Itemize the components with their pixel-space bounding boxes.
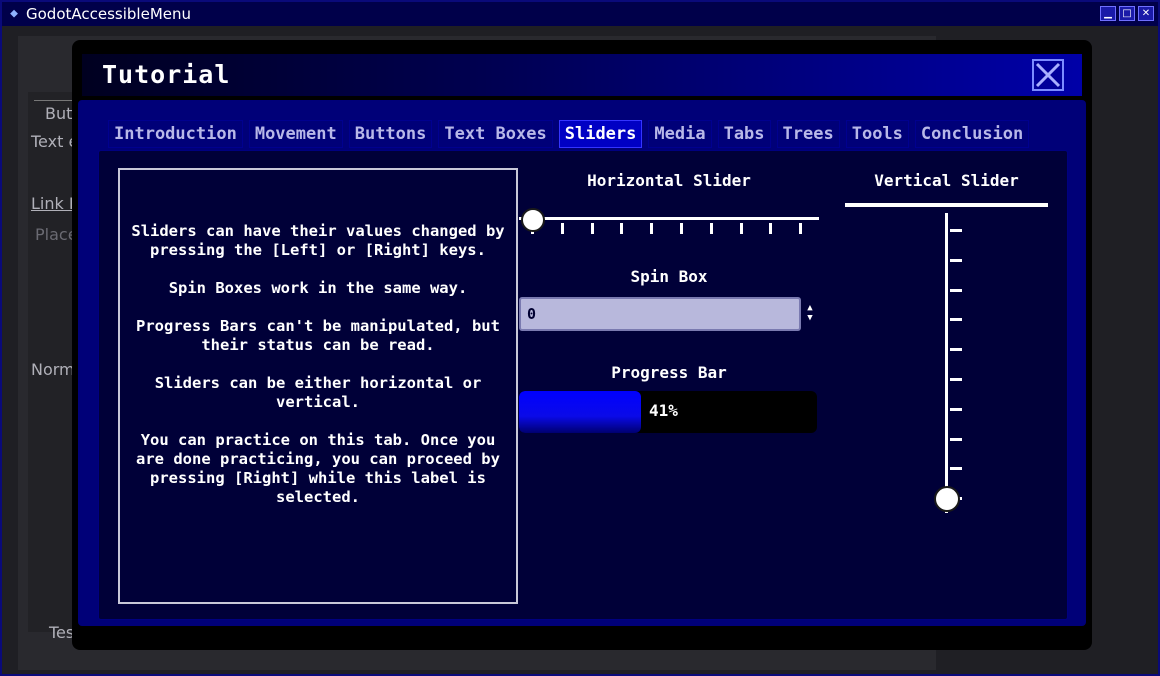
progress-bar-title: Progress Bar: [611, 363, 727, 382]
vertical-slider-tick: [950, 288, 962, 292]
vertical-slider-tick: [950, 348, 962, 352]
horizontal-slider-tick: [620, 223, 624, 234]
title-bar: ◆ GodotAccessibleMenu ▁ □ ✕: [2, 2, 1158, 26]
horizontal-slider-tick: [799, 223, 803, 234]
tab-tools[interactable]: Tools: [845, 120, 909, 148]
background-divider: [34, 100, 74, 101]
info-label[interactable]: Sliders can have their values changed by…: [118, 168, 518, 604]
tab-media[interactable]: Media: [648, 120, 712, 148]
vertical-slider-tick: [950, 378, 962, 381]
tab-movement[interactable]: Movement: [248, 120, 343, 148]
tab-buttons[interactable]: Buttons: [348, 120, 433, 148]
info-paragraph: Sliders can have their values changed by…: [131, 222, 505, 259]
tutorial-dialog: Tutorial Introduction Movement Buttons T…: [72, 40, 1092, 650]
background-label: But: [45, 104, 73, 123]
godot-icon: ◆: [10, 6, 18, 21]
horizontal-slider-tick: [739, 223, 743, 234]
vertical-slider-tick: [950, 229, 962, 232]
background-label: Tes: [49, 623, 75, 642]
tab-introduction[interactable]: Introduction: [108, 120, 243, 148]
info-paragraph: Progress Bars can't be manipulated, but …: [136, 317, 500, 354]
background-label: Norm: [31, 360, 75, 379]
spin-arrows-icon[interactable]: ▲ ▼: [803, 303, 817, 325]
tab-text-boxes[interactable]: Text Boxes: [438, 120, 553, 148]
vertical-slider-grabber[interactable]: [934, 486, 960, 512]
tab-tabs[interactable]: Tabs: [717, 120, 771, 148]
info-paragraph: Sliders can be either horizontal or vert…: [154, 374, 482, 411]
horizontal-slider-title: Horizontal Slider: [587, 171, 751, 190]
tab-conclusion[interactable]: Conclusion: [914, 120, 1030, 148]
horizontal-slider-tick: [680, 223, 683, 234]
window-title: GodotAccessibleMenu: [26, 5, 191, 23]
dialog-header: Tutorial: [82, 54, 1082, 96]
horizontal-slider-tick: [709, 223, 713, 234]
window-close-button[interactable]: ✕: [1138, 6, 1154, 21]
vertical-slider-underline: [845, 203, 1048, 207]
close-icon: [1035, 62, 1061, 88]
info-paragraph: You can practice on this tab. Once you a…: [136, 431, 500, 506]
window-controls: ▁ □ ✕: [1100, 6, 1154, 21]
dialog-body: Introduction Movement Buttons Text Boxes…: [78, 100, 1086, 626]
vertical-slider-tick: [950, 407, 962, 411]
spin-box-input[interactable]: 0: [519, 297, 801, 331]
horizontal-slider-tick: [560, 223, 564, 234]
tab-bar: Introduction Movement Buttons Text Boxes…: [108, 120, 1030, 148]
horizontal-slider-grabber[interactable]: [521, 208, 545, 232]
tab-sliders[interactable]: Sliders: [558, 120, 643, 148]
progress-bar: 41%: [519, 391, 817, 433]
tab-trees[interactable]: Trees: [776, 120, 840, 148]
horizontal-slider-tick: [650, 223, 654, 234]
vertical-slider-title: Vertical Slider: [874, 171, 1019, 190]
maximize-button[interactable]: □: [1119, 6, 1135, 21]
info-paragraph: Spin Boxes work in the same way.: [168, 279, 468, 297]
minimize-button[interactable]: ▁: [1100, 6, 1116, 21]
dialog-title: Tutorial: [102, 60, 231, 89]
progress-bar-fill: [519, 391, 642, 433]
progress-bar-value: 41%: [649, 401, 678, 420]
spin-box-title: Spin Box: [630, 267, 708, 286]
vertical-slider-track[interactable]: [945, 213, 948, 513]
horizontal-slider-tick: [769, 223, 773, 234]
horizontal-slider-tick: [590, 223, 594, 234]
app-window: ◆ GodotAccessibleMenu ▁ □ ✕ But Text e L…: [0, 0, 1160, 676]
vertical-slider-tick: [950, 437, 962, 441]
dialog-close-button[interactable]: [1032, 59, 1064, 91]
sliders-tab-panel: Sliders can have their values changed by…: [98, 150, 1068, 620]
vertical-slider-tick: [950, 318, 962, 322]
vertical-slider-tick: [950, 467, 962, 471]
vertical-slider-tick: [950, 258, 962, 262]
horizontal-slider-track[interactable]: [519, 217, 819, 220]
